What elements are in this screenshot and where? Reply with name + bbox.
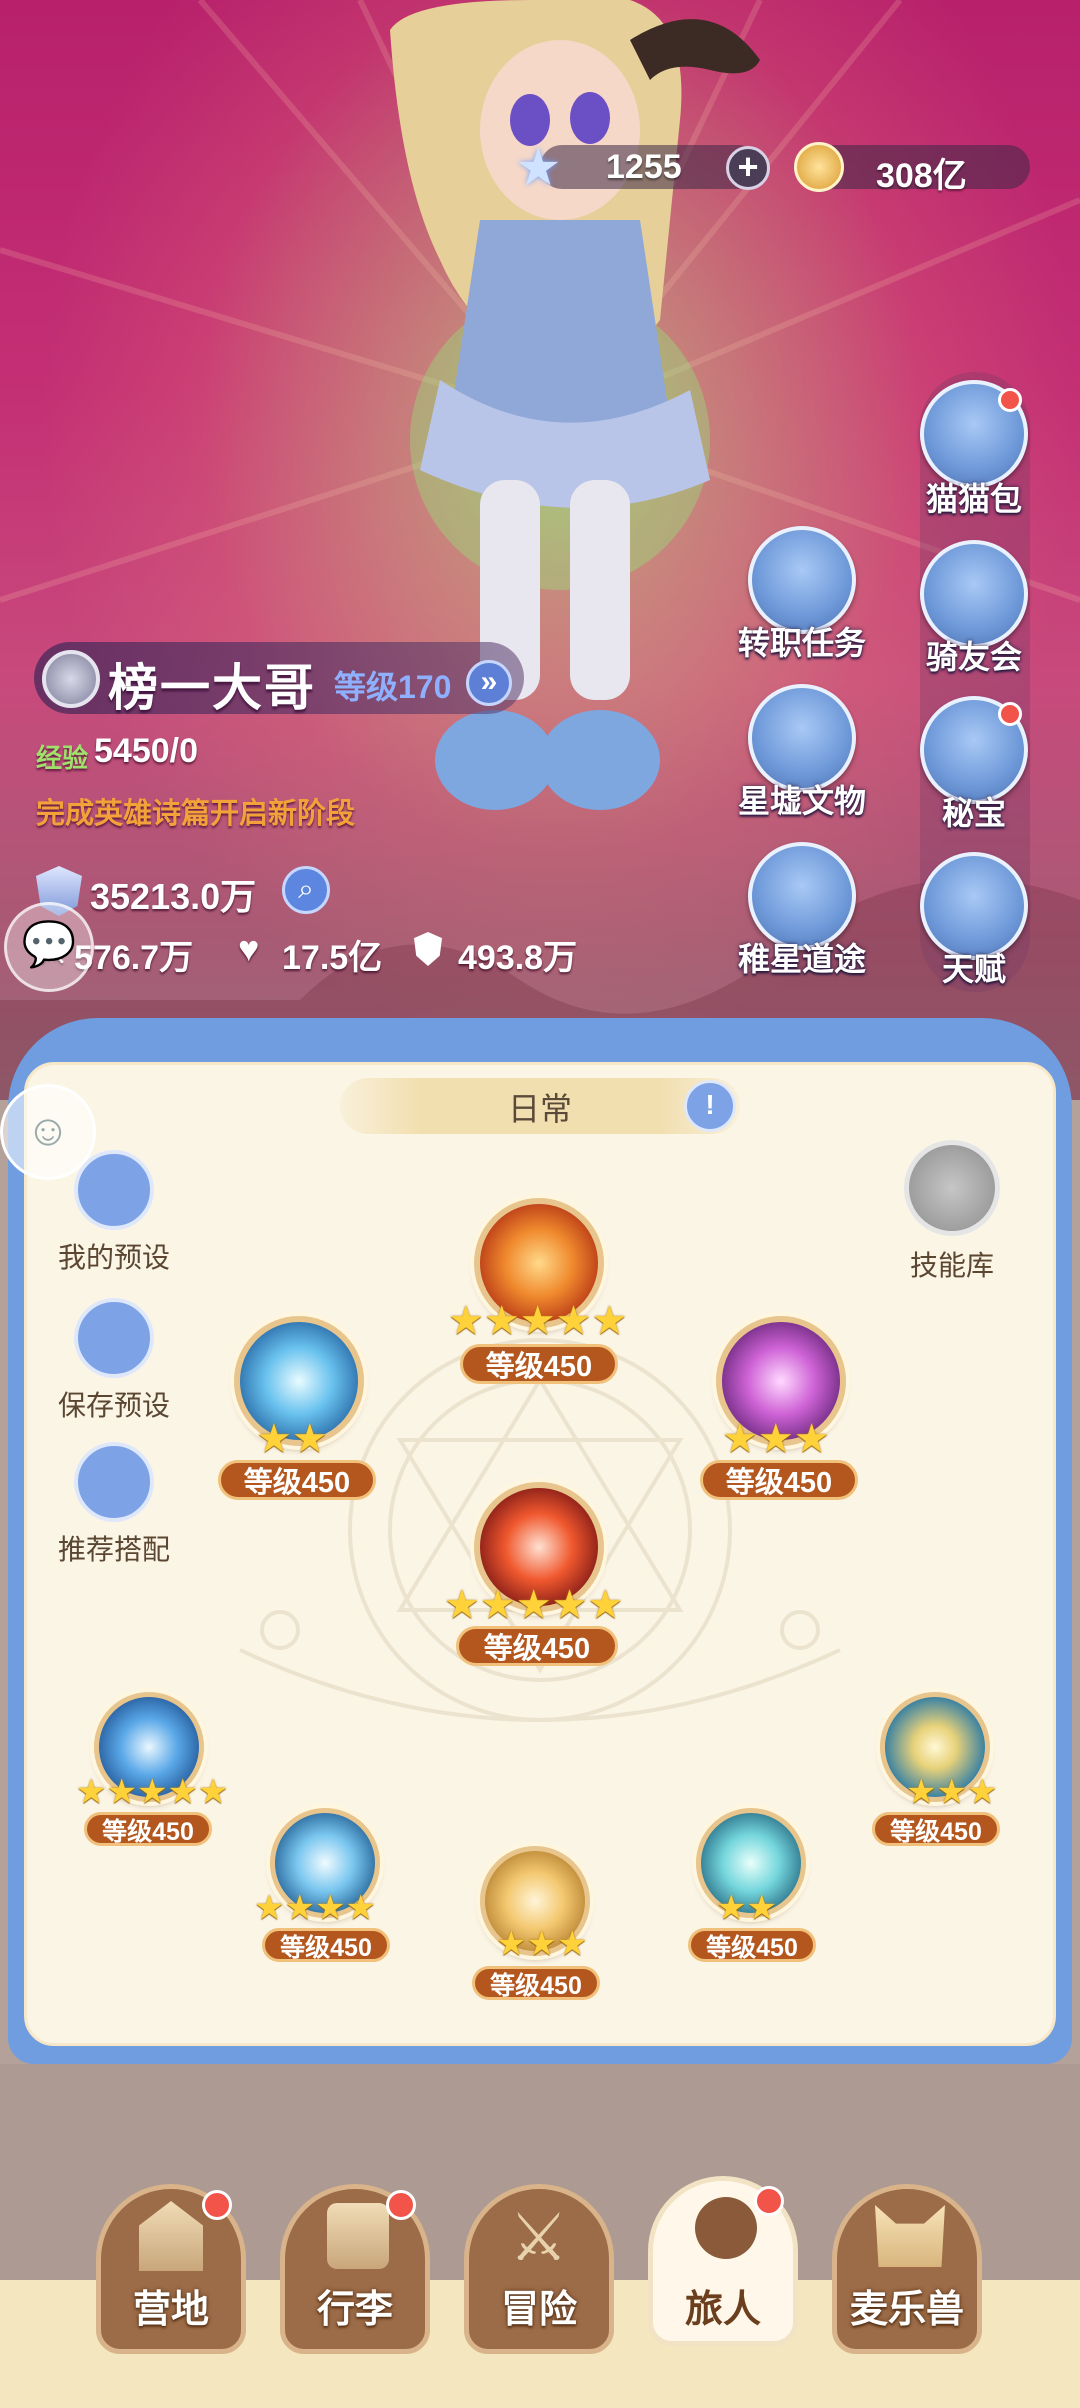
skill-6-level: 等级450 [262,1928,390,1962]
stage-hint[interactable]: 完成英雄诗篇开启新阶段 [36,790,355,832]
chat-bubble-icon[interactable]: 💬 [4,902,94,992]
skill-5-stars: ★★★★★ [76,1773,229,1811]
skill-library-label[interactable]: 技能库 [862,1244,1042,1284]
luggage-icon [327,2203,389,2269]
camp-icon [139,2201,203,2271]
level-detail-button[interactable]: » [466,660,512,706]
recommend-icon[interactable] [74,1442,154,1522]
rank-emblem-icon [42,650,100,708]
hp-heart-icon: ♥ [238,928,260,969]
tab-pets-label[interactable]: 麦乐兽 [822,2278,992,2333]
crossed-swords-icon: ⚔ [509,2200,569,2274]
star-currency-icon: ★ [515,139,562,197]
skill-7-stars: ★★★ [496,1925,588,1963]
mode-info-icon[interactable]: ! [684,1080,736,1132]
menu-cat-bag[interactable]: 猫猫包 [884,474,1064,520]
tab-luggage-label[interactable]: 行李 [280,2278,430,2333]
tab-traveler-label[interactable]: 旅人 [648,2278,798,2333]
skill-8-stars: ★★ [716,1889,777,1927]
cat-bag-badge [998,388,1022,412]
skill-1-level: 等级450 [460,1344,618,1384]
tab-adventure-label[interactable]: 冒险 [464,2278,614,2333]
menu-relics[interactable]: 星墟文物 [712,776,892,822]
treasure-badge [998,702,1022,726]
hp-value: 17.5亿 [282,939,383,977]
menu-talent[interactable]: 天赋 [884,944,1064,990]
menu-riders-club[interactable]: 骑友会 [884,632,1064,678]
skill-4-stars: ★★★★★ [444,1583,624,1627]
skill-2-level: 等级450 [218,1460,376,1500]
luggage-badge [386,2190,416,2220]
save-preset-label[interactable]: 保存预设 [24,1384,204,1424]
mode-label: 日常 [507,1091,572,1127]
my-preset-icon[interactable] [74,1150,154,1230]
save-preset-icon[interactable] [74,1298,154,1378]
skill-4-level: 等级450 [456,1626,618,1666]
exp-label: 经验 [36,743,89,773]
skill-1-stars: ★★★★★ [448,1299,628,1343]
camp-badge [202,2190,232,2220]
add-currency-button[interactable]: + [726,146,770,190]
skill-3-level: 等级450 [700,1460,858,1500]
inspect-power-button[interactable]: ⌕ [282,866,330,914]
menu-treasure[interactable]: 秘宝 [884,788,1064,834]
player-level: 等级170 [334,669,452,705]
skill-2-stars: ★★ [256,1417,328,1461]
menu-job-change[interactable]: 转职任务 [712,618,892,664]
cat-pet-icon [875,2205,945,2267]
skill-3-stars: ★★★ [722,1417,830,1461]
my-preset-label[interactable]: 我的预设 [24,1236,204,1276]
star-currency-value: 1255 [606,148,682,186]
tab-camp-label[interactable]: 营地 [96,2278,246,2333]
skill-7-level: 等级450 [472,1966,600,2000]
skill-9-level: 等级450 [872,1812,1000,1846]
exp-value: 5450/0 [94,732,198,770]
defense-value: 493.8万 [458,939,578,977]
player-name: 榜一大哥 [108,660,316,716]
traveler-avatar-icon [695,2197,757,2259]
skill-5-level: 等级450 [84,1812,212,1846]
skill-9-stars: ★★★ [906,1773,998,1811]
traveler-badge [754,2186,784,2216]
skill-library-icon[interactable] [904,1140,1000,1236]
menu-star-path[interactable]: 稚星道途 [712,934,892,980]
recommend-label[interactable]: 推荐搭配 [24,1528,204,1568]
skill-8-level: 等级450 [688,1928,816,1962]
skill-6-stars: ★★★★ [254,1889,376,1927]
gold-coin-icon [794,142,844,192]
gold-currency-value: 308亿 [876,157,967,195]
combat-power: 35213.0万 [90,876,257,917]
